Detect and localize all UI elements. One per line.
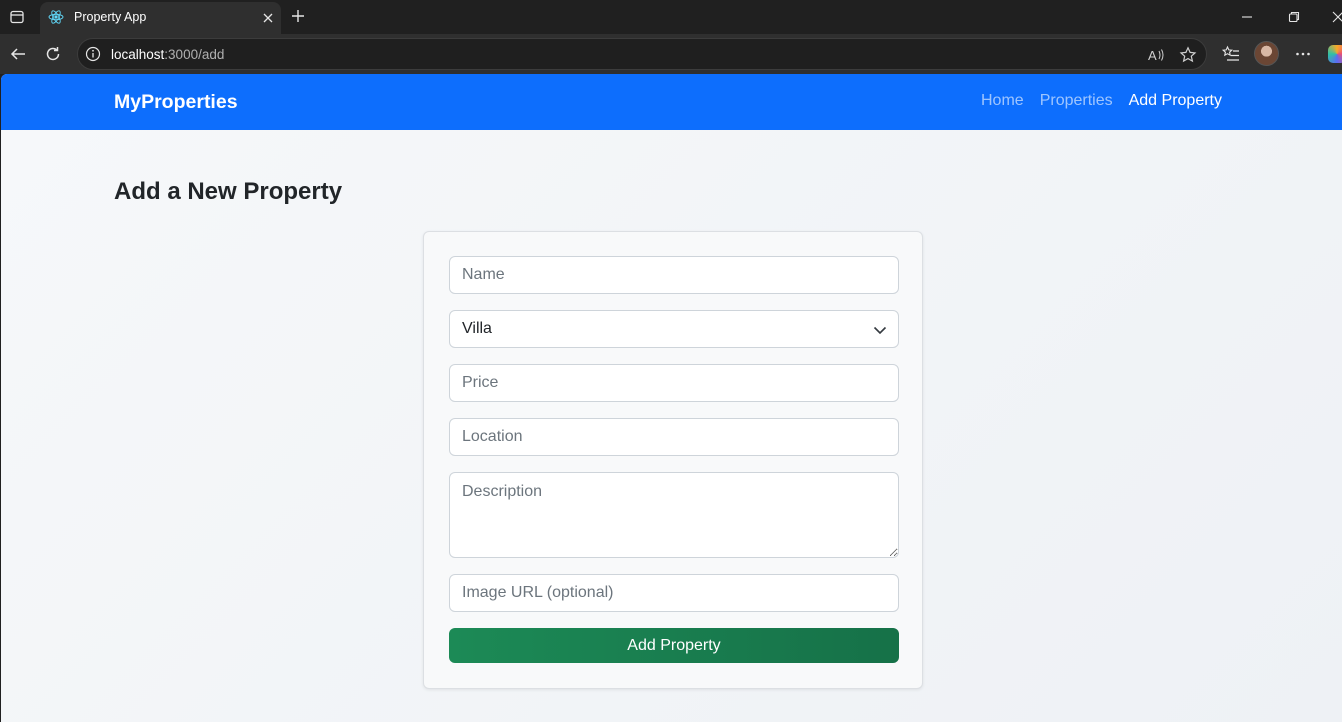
url-host: localhost [111, 47, 165, 62]
url-path: :3000/add [164, 47, 225, 62]
favorites-list-icon[interactable] [1219, 42, 1243, 66]
url-text[interactable]: localhost:3000/add [111, 47, 224, 62]
site-info-icon[interactable] [85, 46, 101, 62]
close-window-icon[interactable] [1326, 5, 1342, 29]
back-arrow-icon[interactable] [6, 42, 30, 66]
more-options-icon[interactable] [1291, 42, 1315, 66]
navbar-brand[interactable]: MyProperties [114, 91, 238, 114]
address-bar[interactable]: localhost:3000/add A [77, 38, 1207, 70]
minimize-icon[interactable] [1235, 5, 1259, 29]
svg-text:A: A [1148, 48, 1157, 63]
price-input[interactable] [449, 364, 899, 402]
tab-title: Property App [74, 10, 147, 24]
description-textarea[interactable] [449, 472, 899, 558]
react-icon [48, 9, 64, 25]
add-property-button[interactable]: Add Property [449, 628, 899, 663]
new-tab-icon[interactable] [287, 5, 309, 27]
nav-link-home[interactable]: Home [981, 92, 1024, 110]
browser-toolbar: localhost:3000/add A [0, 34, 1342, 74]
image-url-input[interactable] [449, 574, 899, 612]
chevron-down-icon [872, 322, 888, 338]
restore-icon[interactable] [1282, 5, 1306, 29]
close-tab-icon[interactable] [258, 8, 278, 28]
property-type-value: Villa [462, 320, 492, 337]
location-input[interactable] [449, 418, 899, 456]
copilot-icon[interactable] [1328, 45, 1342, 63]
browser-tab[interactable]: Property App [40, 2, 281, 34]
nav-link-add-property[interactable]: Add Property [1129, 92, 1222, 110]
page-viewport: MyProperties Home Properties Add Propert… [1, 74, 1342, 722]
page-title: Add a New Property [114, 178, 343, 205]
nav-link-properties[interactable]: Properties [1040, 92, 1113, 110]
app-navbar: MyProperties Home Properties Add Propert… [1, 74, 1342, 130]
tab-actions-icon[interactable] [6, 6, 28, 28]
name-input[interactable] [449, 256, 899, 294]
profile-avatar[interactable] [1254, 41, 1279, 66]
read-aloud-icon[interactable]: A [1146, 45, 1166, 65]
reload-icon[interactable] [41, 42, 65, 66]
property-type-select[interactable]: Villa [449, 310, 899, 348]
favorite-star-icon[interactable] [1178, 45, 1198, 65]
browser-tab-strip: Property App [0, 0, 1342, 34]
navbar-links: Home Properties Add Property [981, 92, 1222, 110]
add-property-form: Villa Add Property [423, 231, 923, 689]
